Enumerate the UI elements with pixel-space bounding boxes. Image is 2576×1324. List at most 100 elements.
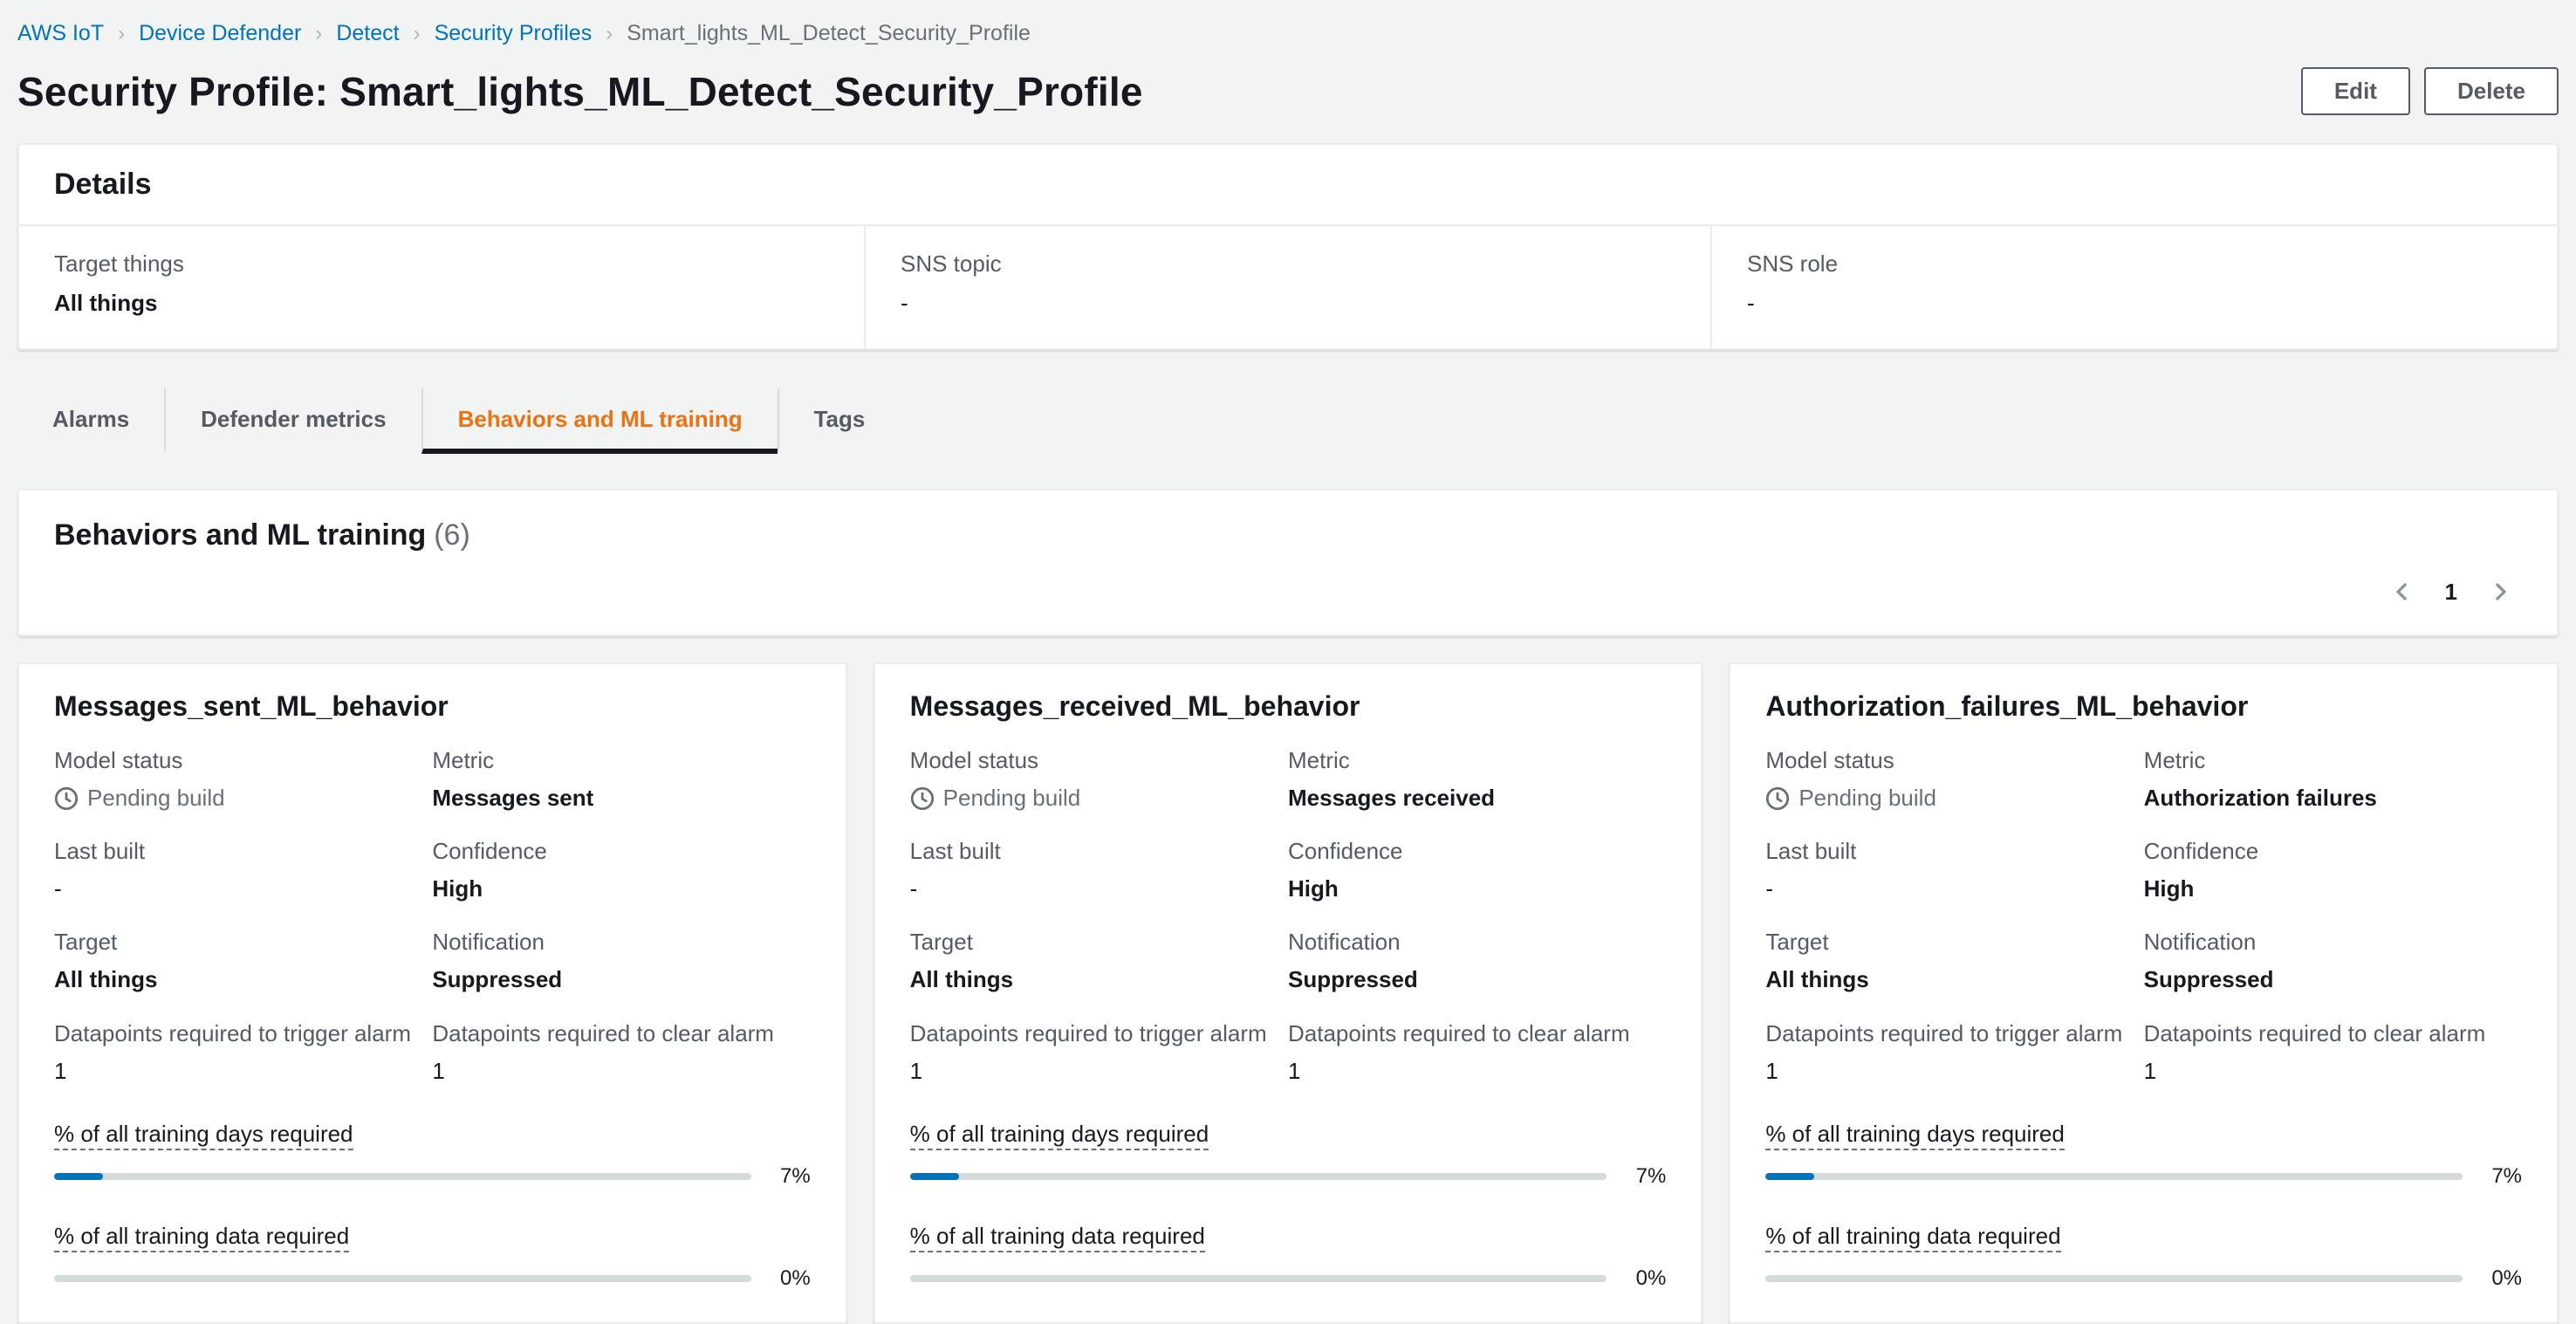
- pagination-previous-button[interactable]: [2388, 577, 2417, 607]
- training-days-progressbar: 7%: [909, 1164, 1666, 1189]
- training-days-required-link[interactable]: % of all training days required: [54, 1120, 353, 1150]
- notification-field: Notification Suppressed: [2144, 927, 2522, 995]
- datapoints-clear-label: Datapoints required to clear alarm: [432, 1019, 774, 1046]
- behavior-card-messages-received: Messages_received_ML_behavior Model stat…: [873, 662, 1703, 1324]
- breadcrumb-link-aws-iot[interactable]: AWS IoT: [17, 21, 104, 46]
- model-status-value: Pending build: [54, 783, 432, 813]
- model-status-value: Pending build: [910, 783, 1288, 813]
- details-field-sns-topic: SNS topic -: [864, 226, 1710, 348]
- details-header: Details: [19, 145, 2557, 226]
- confidence-field: Confidence High: [1288, 836, 1666, 904]
- model-status-label: Model status: [1765, 747, 1894, 773]
- page-number: 1: [2444, 578, 2457, 605]
- training-data-required-link[interactable]: % of all training data required: [909, 1222, 1205, 1252]
- behavior-card-authorization-failures: Authorization_failures_ML_behavior Model…: [1729, 662, 2559, 1324]
- breadcrumb-separator-icon: ›: [606, 21, 613, 45]
- metric-label: Metric: [1287, 747, 1350, 773]
- edit-button[interactable]: Edit: [2300, 67, 2410, 115]
- training-days-percent: 7%: [779, 1163, 811, 1188]
- training-days-required-link[interactable]: % of all training days required: [909, 1120, 1209, 1150]
- datapoints-trigger-field: Datapoints required to trigger alarm 1: [1765, 1019, 2143, 1087]
- breadcrumb-link-security-profiles[interactable]: Security Profiles: [435, 21, 593, 46]
- metric-field: Metric Messages received: [1288, 745, 1666, 813]
- sns-topic-label: SNS topic: [901, 250, 1002, 277]
- datapoints-clear-field: Datapoints required to clear alarm 1: [432, 1019, 810, 1087]
- details-body: Target things All things SNS topic - SNS…: [19, 226, 2557, 348]
- pending-build-icon: [910, 786, 935, 811]
- header-actions: Edit Delete: [2300, 67, 2559, 115]
- datapoints-clear-label: Datapoints required to clear alarm: [2143, 1019, 2486, 1046]
- datapoints-trigger-field: Datapoints required to trigger alarm 1: [54, 1019, 432, 1087]
- target-things-label: Target things: [54, 250, 184, 277]
- details-field-sns-role: SNS role -: [1710, 226, 2557, 348]
- tab-tags[interactable]: Tags: [777, 388, 901, 454]
- training-days-required-link[interactable]: % of all training days required: [1765, 1120, 2065, 1150]
- sns-role-value: -: [1747, 290, 1755, 316]
- breadcrumb-separator-icon: ›: [315, 21, 323, 45]
- breadcrumb-link-device-defender[interactable]: Device Defender: [139, 21, 301, 46]
- last-built-value: -: [1765, 875, 1773, 902]
- model-status-text: Pending build: [87, 785, 225, 812]
- datapoints-trigger-field: Datapoints required to trigger alarm 1: [910, 1019, 1288, 1087]
- pending-build-icon: [54, 786, 79, 811]
- metric-value: Authorization failures: [2143, 785, 2377, 812]
- training-data-section: % of all training data required 0%: [909, 1218, 1666, 1291]
- target-label: Target: [1765, 929, 1829, 956]
- behaviors-section-title: Behaviors and ML training: [54, 518, 427, 552]
- progress-fill: [909, 1172, 959, 1180]
- breadcrumb-current: Smart_lights_ML_Detect_Security_Profile: [627, 21, 1031, 45]
- model-status-label: Model status: [909, 747, 1039, 773]
- details-title: Details: [54, 168, 152, 201]
- datapoints-trigger-label: Datapoints required to trigger alarm: [54, 1019, 411, 1046]
- training-data-section: % of all training data required 0%: [1765, 1218, 2522, 1291]
- training-data-progressbar: 0%: [54, 1266, 811, 1291]
- breadcrumb-link-detect[interactable]: Detect: [336, 21, 399, 46]
- delete-button[interactable]: Delete: [2423, 67, 2559, 115]
- notification-field: Notification Suppressed: [432, 927, 810, 995]
- pending-build-icon: [1765, 786, 1790, 811]
- training-data-progressbar: 0%: [1765, 1266, 2522, 1291]
- datapoints-trigger-value: 1: [1765, 1057, 1778, 1084]
- training-days-progressbar: 7%: [54, 1164, 811, 1189]
- notification-value: Suppressed: [1287, 966, 1418, 993]
- model-status-label: Model status: [54, 747, 183, 773]
- metric-label: Metric: [432, 747, 495, 773]
- behaviors-count: (6): [434, 518, 470, 552]
- tab-behaviors-and-ml-training[interactable]: Behaviors and ML training: [421, 388, 778, 454]
- details-field-target-things: Target things All things: [19, 226, 864, 348]
- pagination-next-button[interactable]: [2485, 577, 2515, 607]
- model-status-text: Pending build: [1798, 785, 1936, 812]
- training-data-required-link[interactable]: % of all training data required: [1765, 1222, 2061, 1252]
- tab-bar: Alarms Defender metrics Behaviors and ML…: [17, 388, 2559, 454]
- progress-fill: [1765, 1172, 1815, 1180]
- tab-defender-metrics[interactable]: Defender metrics: [164, 388, 421, 454]
- last-built-field: Last built -: [1765, 836, 2143, 904]
- metric-field: Metric Authorization failures: [2144, 745, 2522, 813]
- behavior-card-title: Messages_received_ML_behavior: [909, 690, 1360, 722]
- behavior-card-title: Messages_sent_ML_behavior: [54, 690, 449, 722]
- last-built-value: -: [909, 875, 918, 902]
- page-title: Security Profile: Smart_lights_ML_Detect…: [17, 68, 1143, 114]
- training-days-section: % of all training days required 7%: [54, 1116, 811, 1189]
- datapoints-clear-value: 1: [432, 1057, 445, 1084]
- training-days-section: % of all training days required 7%: [1765, 1116, 2522, 1189]
- metric-label: Metric: [2143, 747, 2206, 773]
- progress-track: [1765, 1172, 2463, 1180]
- breadcrumb: AWS IoT › Device Defender › Detect › Sec…: [17, 14, 2559, 64]
- confidence-value: High: [1287, 875, 1339, 902]
- training-data-required-link[interactable]: % of all training data required: [54, 1222, 350, 1252]
- confidence-label: Confidence: [2143, 838, 2259, 865]
- training-data-section: % of all training data required 0%: [54, 1218, 811, 1291]
- target-field: Target All things: [910, 927, 1288, 995]
- target-field: Target All things: [1765, 927, 2143, 995]
- datapoints-trigger-label: Datapoints required to trigger alarm: [909, 1019, 1267, 1046]
- tab-alarms[interactable]: Alarms: [17, 388, 164, 454]
- progress-track: [909, 1172, 1607, 1180]
- training-data-percent: 0%: [2491, 1266, 2522, 1290]
- datapoints-trigger-value: 1: [54, 1057, 67, 1084]
- target-value: All things: [909, 966, 1014, 993]
- notification-label: Notification: [1287, 929, 1401, 956]
- progress-track: [54, 1172, 751, 1180]
- last-built-field: Last built -: [54, 836, 432, 904]
- behavior-fields: Model status Pending build Metric Author…: [1765, 745, 2522, 1087]
